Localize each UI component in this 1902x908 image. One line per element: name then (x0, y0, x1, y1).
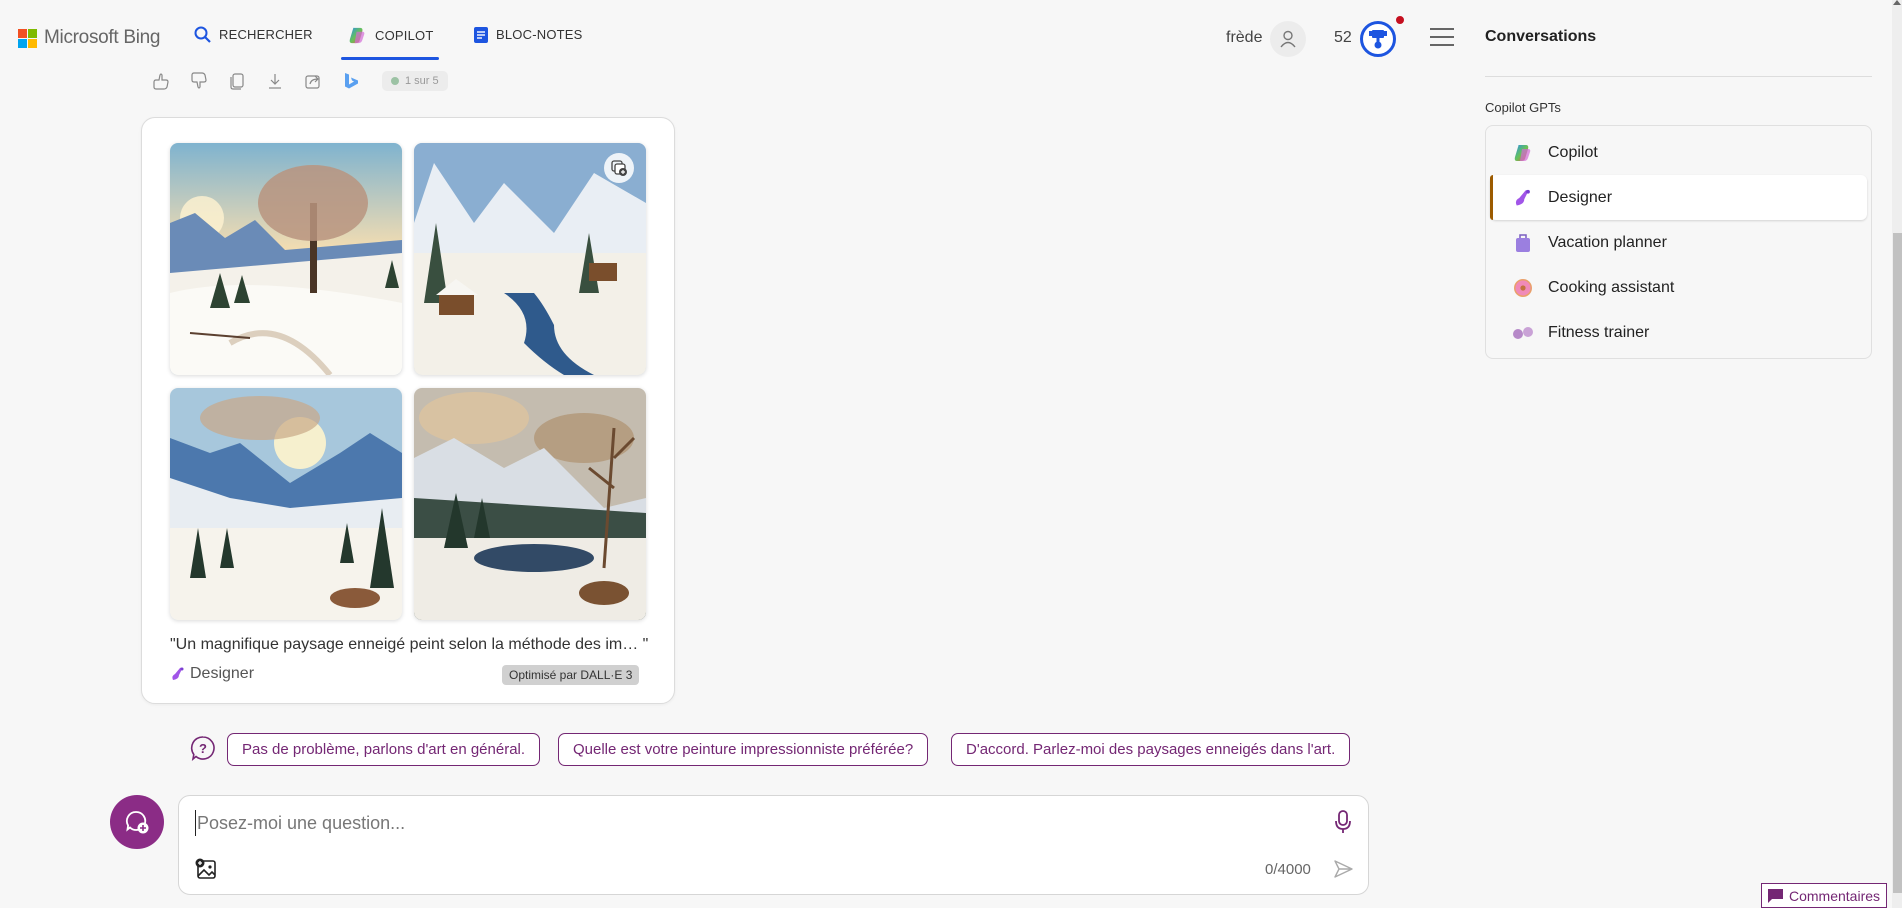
copy-icon[interactable] (226, 70, 248, 92)
character-count: 0/4000 (1265, 861, 1311, 878)
avatar[interactable] (1270, 21, 1306, 57)
designer-source-label: Designer (190, 665, 255, 682)
microphone-icon (1335, 810, 1351, 833)
nav-search[interactable]: RECHERCHER (194, 26, 313, 43)
gpt-item-copilot[interactable]: Copilot (1490, 130, 1867, 175)
status-dot (391, 77, 399, 85)
send-button[interactable] (1332, 858, 1354, 880)
question-input[interactable] (195, 810, 1295, 836)
notification-dot (1396, 16, 1404, 24)
dalle-badge: Optimisé par DALL·E 3 (502, 665, 640, 685)
scroll-up-arrow[interactable] (1893, 0, 1901, 5)
generated-image-4[interactable] (414, 388, 646, 620)
thumbs-up-icon[interactable] (150, 70, 172, 92)
copilot-gpts-label: Copilot GPTs (1485, 100, 1561, 115)
nav-notebook[interactable]: BLOC-NOTES (474, 26, 583, 43)
nav-copilot[interactable]: COPILOT (348, 26, 433, 45)
new-chat-icon (126, 811, 149, 834)
scrollbar-thumb[interactable] (1893, 233, 1902, 893)
bing-logo[interactable]: Microsoft Bing (18, 27, 160, 49)
new-topic-button[interactable] (110, 795, 164, 849)
add-image-button[interactable] (195, 858, 217, 880)
thumbs-down-icon[interactable] (188, 70, 210, 92)
share-icon[interactable] (302, 70, 324, 92)
add-image-icon (195, 858, 216, 879)
gpt-item-designer[interactable]: Designer (1490, 175, 1867, 220)
user-icon (1280, 30, 1296, 48)
rewards-button[interactable] (1360, 21, 1396, 57)
user-name[interactable]: frède (1226, 29, 1262, 47)
gpt-item-cooking-assistant[interactable]: Cooking assistant (1490, 265, 1867, 310)
image-prompt-caption[interactable]: "Un magnifique paysage enneigé peint sel… (170, 636, 648, 654)
conversations-title: Conversations (1485, 28, 1597, 45)
microphone-button[interactable] (1332, 809, 1354, 835)
divider (1485, 76, 1872, 77)
feedback-button[interactable]: Commentaires (1761, 883, 1888, 908)
bing-icon[interactable] (340, 70, 362, 92)
gpt-item-vacation-planner[interactable]: Vacation planner (1490, 220, 1867, 265)
suggestion-chip[interactable]: Quelle est votre peinture impressionnist… (558, 733, 929, 766)
gpt-item-fitness-trainer[interactable]: Fitness trainer (1490, 310, 1867, 355)
add-collection-icon (611, 160, 627, 176)
generated-image-3[interactable] (170, 388, 402, 620)
nav-copilot-label: COPILOT (375, 28, 434, 43)
gpt-item-label: Vacation planner (1548, 233, 1667, 251)
active-tab-indicator (341, 57, 439, 60)
trophy-icon (1369, 30, 1387, 49)
nav-notebook-label: BLOC-NOTES (496, 27, 583, 42)
gpt-item-label: Fitness trainer (1548, 323, 1650, 341)
brand-name: Microsoft Bing (44, 27, 161, 48)
add-to-collection-button[interactable] (604, 153, 634, 183)
suggestions-help-icon: ? (190, 735, 216, 762)
designer-icon (1512, 187, 1534, 209)
suggestion-chip[interactable]: D'accord. Parlez-moi des paysages enneig… (951, 733, 1351, 766)
designer-source-link[interactable]: Designer (170, 665, 254, 683)
feedback-label: Commentaires (1789, 887, 1881, 904)
gpt-item-label: Designer (1548, 188, 1613, 206)
page-indicator-text: 1 sur 5 (405, 75, 439, 87)
microsoft-logo-icon (18, 28, 37, 48)
rewards-points[interactable]: 52 (1334, 29, 1352, 47)
menu-button[interactable] (1430, 28, 1454, 46)
gpt-item-label: Copilot (1548, 143, 1598, 161)
send-icon (1334, 860, 1353, 878)
nav-search-label: RECHERCHER (219, 27, 313, 42)
response-page-indicator: 1 sur 5 (382, 71, 448, 91)
message-actions: 1 sur 5 (150, 70, 448, 92)
designer-icon (172, 667, 184, 680)
copilot-gpts-list: Copilot Designer Vacation planner Cookin… (1485, 125, 1872, 359)
gpt-item-label: Cooking assistant (1548, 278, 1675, 296)
dumbbell-icon (1512, 322, 1534, 344)
notebook-icon (474, 27, 488, 43)
generated-image-1[interactable] (170, 143, 402, 375)
search-icon (194, 26, 211, 43)
suggestion-chip[interactable]: Pas de problème, parlons d'art en généra… (227, 733, 541, 766)
svg-text:?: ? (199, 741, 207, 756)
feedback-icon (1768, 888, 1783, 903)
copilot-icon (349, 27, 365, 44)
donut-icon (1512, 277, 1534, 299)
suitcase-icon (1512, 232, 1534, 254)
download-icon[interactable] (264, 70, 286, 92)
copilot-icon (1512, 142, 1534, 164)
